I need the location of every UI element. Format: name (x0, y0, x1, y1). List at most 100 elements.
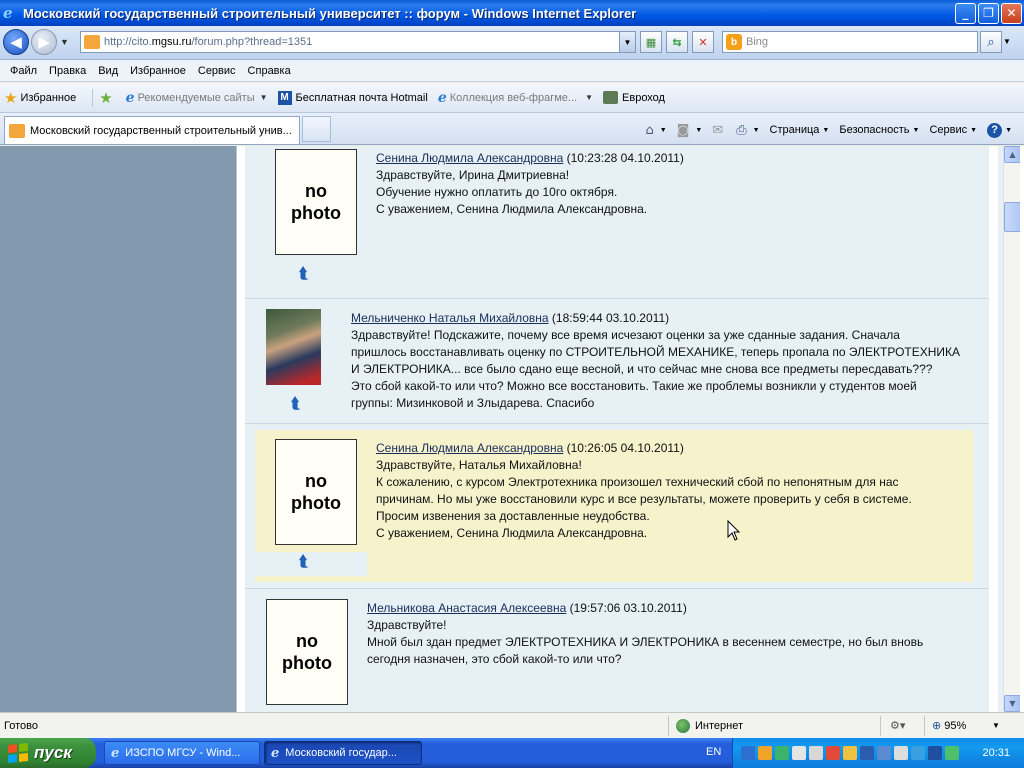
post-line: Здравствуйте, Наталья Михайловна! (376, 458, 582, 472)
add-to-favorites-icon: ★ (99, 88, 113, 107)
menu-tools[interactable]: Сервис (192, 65, 242, 77)
tray-app-icon[interactable] (877, 746, 891, 760)
post-author-link[interactable]: Мельниченко Наталья Михайловна (351, 311, 549, 325)
taskbar-window-button-active[interactable]: e Московский государ... (264, 741, 422, 765)
compatibility-view-icon[interactable]: ▦ (640, 31, 662, 53)
ie-logo-icon: e (3, 4, 13, 22)
address-url[interactable]: http://cito.mgsu.ru/forum.php?thread=135… (104, 36, 312, 48)
tray-app-icon[interactable] (758, 746, 772, 760)
new-tab-button[interactable] (302, 116, 331, 142)
tray-volume-icon[interactable] (894, 746, 908, 760)
post-author-link[interactable]: Сенина Людмила Александровна (376, 441, 563, 455)
menu-view[interactable]: Вид (92, 65, 124, 77)
ie-icon: e (271, 745, 280, 761)
address-dropdown[interactable]: ▼ (619, 32, 635, 52)
avatar (266, 309, 321, 385)
close-button[interactable]: ✕ (1001, 2, 1022, 24)
msn-icon: M (277, 90, 292, 105)
back-button[interactable]: ◀ (3, 29, 29, 55)
security-zone[interactable]: Интернет (676, 718, 743, 733)
vertical-scrollbar[interactable]: ▲ ▼ (1003, 146, 1021, 712)
scroll-up-button[interactable]: ▲ (1004, 146, 1021, 163)
scroll-down-button[interactable]: ▼ (1004, 695, 1021, 712)
page-menu[interactable]: Страница ▼ (770, 124, 830, 136)
feeds-button[interactable]: ◙ ▼ (677, 123, 703, 138)
menu-file[interactable]: Файл (4, 65, 43, 77)
post-author-link[interactable]: Мельникова Анастасия Алексеевна (367, 601, 566, 615)
ie-icon: e (437, 89, 447, 106)
home-button[interactable]: ⌂ ▼ (646, 123, 667, 138)
forum-post: no photo Мельникова Анастасия Алексеевна … (245, 589, 989, 712)
post-line: Здравствуйте! (367, 618, 447, 632)
safety-menu[interactable]: Безопасность ▼ (839, 124, 919, 136)
star-icon: ★ (4, 88, 18, 107)
post-author-link[interactable]: Сенина Людмила Александровна (376, 151, 563, 165)
reply-arrow-icon[interactable]: ⮬ (299, 552, 308, 570)
post-body: Сенина Людмила Александровна (10:23:28 0… (376, 150, 684, 218)
title-bar: e Московский государственный строительны… (0, 0, 1024, 26)
search-options-dropdown[interactable]: ▼ (1003, 37, 1011, 46)
post-line: Просим извенения за доставленные неудобс… (376, 509, 650, 523)
menu-favorites[interactable]: Избранное (124, 65, 192, 77)
tray-app-icon[interactable] (945, 746, 959, 760)
post-line: И ЭЛЕКТРОНИКА... все было сдано еще весн… (351, 362, 933, 376)
globe-icon (676, 718, 690, 733)
ie-icon: e (111, 745, 120, 761)
maximize-button[interactable]: ❐ (978, 2, 999, 24)
page-content: no photo ⮬ Сенина Людмила Александровна (… (0, 146, 1024, 712)
no-photo-avatar: no photo (266, 599, 348, 705)
bing-icon: b (726, 34, 742, 50)
zoom-dropdown[interactable]: ▼ (992, 721, 1000, 730)
scroll-thumb[interactable] (1004, 202, 1021, 232)
language-indicator[interactable]: EN (706, 746, 721, 758)
tab-forum[interactable]: Московский государственный строительный … (4, 116, 300, 144)
hotmail-link[interactable]: M Бесплатная почта Hotmail (277, 90, 428, 105)
start-button[interactable]: пуск (0, 738, 96, 768)
reply-area (255, 552, 367, 576)
post-line: Мной был здан предмет ЭЛЕКТРОТЕХНИКА И Э… (367, 635, 924, 649)
tray-app-icon[interactable] (911, 746, 925, 760)
menu-bar: Файл Правка Вид Избранное Сервис Справка (0, 60, 1024, 82)
recent-pages-dropdown[interactable]: ▼ (60, 37, 69, 47)
web-slice-gallery-link[interactable]: e Коллекция веб-фрагме... ▼ (438, 90, 593, 106)
tray-app-icon[interactable] (860, 746, 874, 760)
window-title: Московский государственный строительный … (23, 5, 637, 21)
tray-app-icon[interactable] (792, 746, 806, 760)
euro-link[interactable]: Евроход (603, 91, 665, 104)
search-input[interactable]: b Bing (722, 31, 978, 53)
add-favorite-button[interactable]: ★ (99, 89, 115, 107)
zoom-level[interactable]: ⊕ 95% (932, 719, 966, 732)
stop-button[interactable]: ✕ (692, 31, 714, 53)
refresh-button[interactable]: ⇆ (666, 31, 688, 53)
help-button[interactable]: ? ▼ (987, 122, 1012, 138)
post-line: Обучение нужно оплатить до 10го октября. (376, 185, 618, 199)
zoom-icon: ⊕ (932, 719, 942, 732)
post-line: Здравствуйте, Ирина Дмитриевна! (376, 168, 570, 182)
suggested-sites-link[interactable]: e Рекомендуемые сайты ▼ (126, 90, 268, 106)
post-line: причинам. Но мы уже восстановили курс и … (376, 492, 912, 506)
menu-edit[interactable]: Правка (43, 65, 92, 77)
tray-app-icon[interactable] (826, 746, 840, 760)
favorites-button[interactable]: ★ Избранное (4, 89, 76, 107)
reply-arrow-icon[interactable]: ⮬ (291, 394, 300, 412)
search-button[interactable]: ⌕ (980, 31, 1002, 53)
forum-post: ⮬ Мельниченко Наталья Михайловна (18:59:… (245, 299, 989, 424)
tray-app-icon[interactable] (843, 746, 857, 760)
tray-app-icon[interactable] (775, 746, 789, 760)
tray-app-icon[interactable] (928, 746, 942, 760)
protected-mode-icon[interactable]: ⚙▾ (890, 719, 905, 732)
tools-menu[interactable]: Сервис ▼ (929, 124, 977, 136)
taskbar-window-button[interactable]: e ИЗСПО МГСУ - Wind... (104, 741, 260, 765)
address-bar[interactable]: http://cito.mgsu.ru/forum.php?thread=135… (80, 31, 636, 53)
forum-thread: no photo ⮬ Сенина Людмила Александровна (… (236, 146, 998, 712)
minimize-button[interactable]: _ (955, 2, 976, 24)
forward-button[interactable]: ▶ (31, 29, 57, 55)
tray-network-icon[interactable] (809, 746, 823, 760)
reply-arrow-icon[interactable]: ⮬ (299, 264, 308, 282)
post-timestamp: (18:59:44 03.10.2011) (551, 311, 670, 325)
system-tray: 20:31 (732, 738, 1024, 768)
tray-bluetooth-icon[interactable] (741, 746, 755, 760)
menu-help[interactable]: Справка (242, 65, 297, 77)
read-mail-button[interactable]: ✉ (712, 123, 726, 138)
print-button[interactable]: ⎙ ▼ (736, 123, 759, 138)
